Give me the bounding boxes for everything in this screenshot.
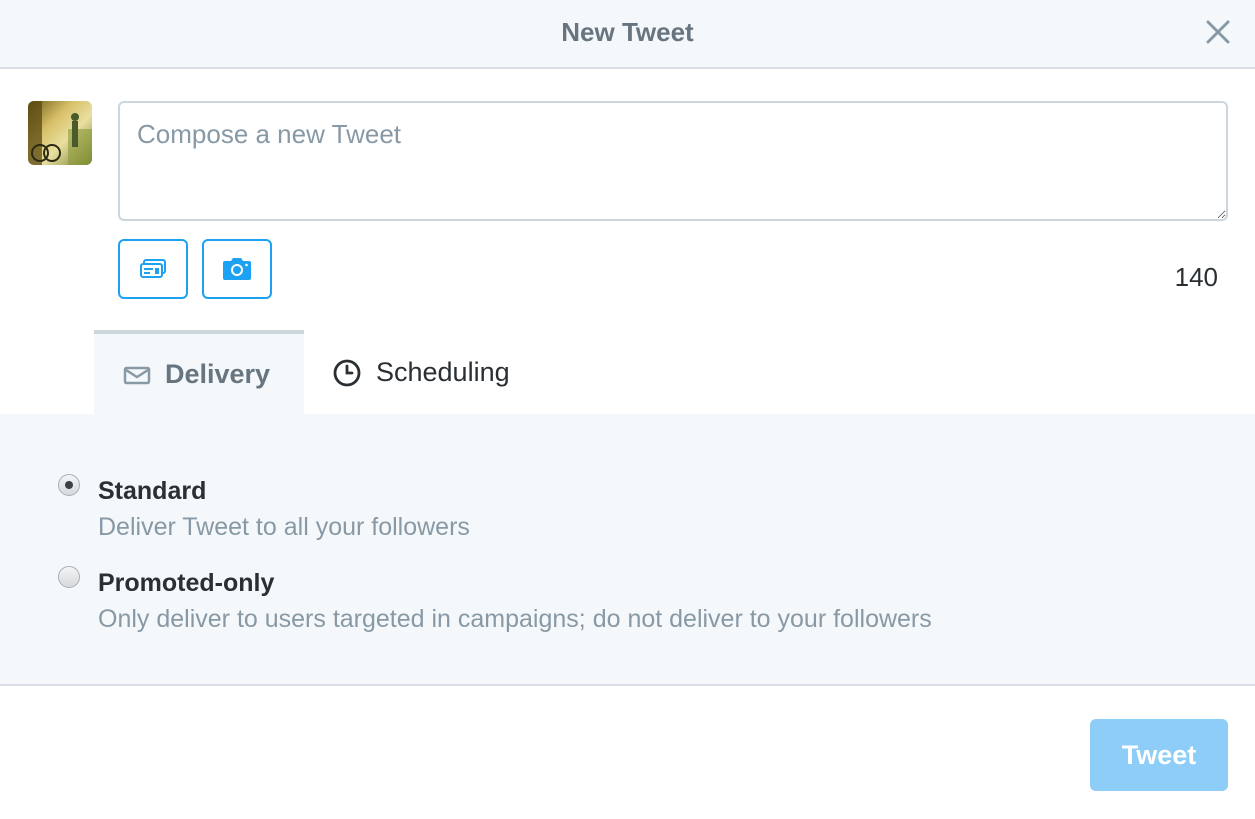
website-card-icon [140,259,166,278]
tab-delivery[interactable]: Delivery [94,330,304,415]
close-button[interactable] [1200,14,1236,50]
envelope-icon [123,365,151,385]
promoted-only-description: Only deliver to users targeted in campai… [98,605,932,633]
close-icon [1206,20,1230,44]
add-photo-button[interactable] [202,239,272,299]
delivery-panel: Standard Deliver Tweet to all your follo… [0,414,1255,684]
radio-selected-dot [65,481,73,489]
compose-tweet-input[interactable] [118,101,1228,221]
standard-radio[interactable] [58,474,80,496]
user-avatar [28,101,92,165]
standard-title: Standard [98,477,207,505]
tab-scheduling-label: Scheduling [376,357,510,387]
tweet-button[interactable]: Tweet [1090,719,1228,791]
tab-delivery-label: Delivery [165,359,271,389]
new-tweet-dialog: New Tweet Compose a new Tweet 140 Delive… [0,0,1255,819]
clock-icon [332,358,362,388]
dialog-header: New Tweet [0,0,1255,69]
camera-icon [223,258,251,280]
dialog-title: New Tweet [561,17,694,47]
standard-description: Deliver Tweet to all your followers [98,513,470,541]
character-counter: 140 [1174,262,1218,292]
tab-scheduling[interactable]: Scheduling [304,330,544,415]
promoted-only-title: Promoted-only [98,569,275,597]
add-card-button[interactable] [118,239,188,299]
promoted-only-radio[interactable] [58,566,80,588]
footer-divider [0,684,1255,686]
